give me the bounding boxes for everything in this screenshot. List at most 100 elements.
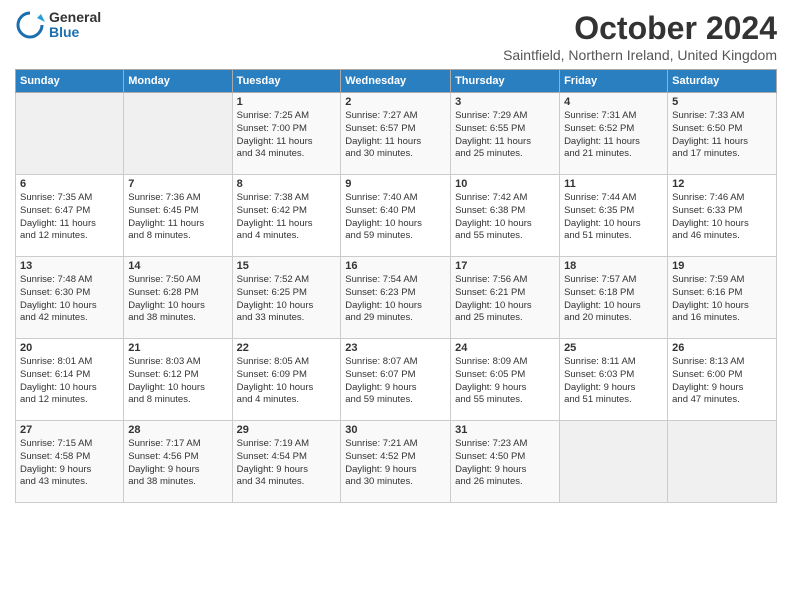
logo-blue: Blue [49,25,101,40]
calendar-cell: 9 Sunrise: 7:40 AM Sunset: 6:40 PM Daylig… [341,175,451,257]
day-info: Sunrise: 7:27 AM Sunset: 6:57 PM Dayligh… [345,110,446,161]
day-info: Sunrise: 7:52 AM Sunset: 6:25 PM Dayligh… [237,274,337,325]
calendar-cell: 6Sunrise: 7:35 AM Sunset: 6:47 PM Daylig… [16,175,124,257]
day-number: 5 [672,96,772,108]
day-header-saturday: Saturday [668,70,777,93]
day-info: Sunrise: 8:07 AM Sunset: 6:07 PM Dayligh… [345,356,446,407]
day-info: Sunrise: 7:46 AM Sunset: 6:33 PM Dayligh… [672,192,772,243]
day-number: 9 [345,178,446,190]
day-number: 4 [564,96,663,108]
day-info: Sunrise: 7:57 AM Sunset: 6:18 PM Dayligh… [564,274,663,325]
calendar-week-row: 6Sunrise: 7:35 AM Sunset: 6:47 PM Daylig… [16,175,777,257]
location-subtitle: Saintfield, Northern Ireland, United Kin… [503,47,777,63]
day-number: 29 [237,424,337,436]
calendar-cell: 16 Sunrise: 7:54 AM Sunset: 6:23 PM Dayli… [341,257,451,339]
day-info: Sunrise: 7:42 AM Sunset: 6:38 PM Dayligh… [455,192,555,243]
day-number: 10 [455,178,555,190]
calendar-cell: 17 Sunrise: 7:56 AM Sunset: 6:21 PM Dayli… [451,257,560,339]
logo-text: General Blue [49,10,101,41]
calendar-cell: 29Sunrise: 7:19 AM Sunset: 4:54 PM Dayli… [232,421,341,503]
calendar-cell: 23 Sunrise: 8:07 AM Sunset: 6:07 PM Dayli… [341,339,451,421]
day-info: Sunrise: 8:01 AM Sunset: 6:14 PM Dayligh… [20,356,119,407]
calendar-cell: 28 Sunrise: 7:17 AM Sunset: 4:56 PM Dayli… [124,421,232,503]
calendar-cell [16,93,124,175]
day-info: Sunrise: 8:11 AM Sunset: 6:03 PM Dayligh… [564,356,663,407]
day-number: 14 [128,260,227,272]
day-number: 3 [455,96,555,108]
day-info: Sunrise: 7:40 AM Sunset: 6:40 PM Dayligh… [345,192,446,243]
day-number: 16 [345,260,446,272]
day-number: 17 [455,260,555,272]
calendar-cell: 2 Sunrise: 7:27 AM Sunset: 6:57 PM Daylig… [341,93,451,175]
day-info: Sunrise: 7:59 AM Sunset: 6:16 PM Dayligh… [672,274,772,325]
day-header-tuesday: Tuesday [232,70,341,93]
calendar-cell: 10 Sunrise: 7:42 AM Sunset: 6:38 PM Dayli… [451,175,560,257]
logo-icon [15,10,45,40]
day-number: 12 [672,178,772,190]
calendar-cell: 7 Sunrise: 7:36 AM Sunset: 6:45 PM Daylig… [124,175,232,257]
day-number: 24 [455,342,555,354]
day-number: 11 [564,178,663,190]
day-header-friday: Friday [560,70,668,93]
calendar-cell: 5 Sunrise: 7:33 AM Sunset: 6:50 PM Daylig… [668,93,777,175]
day-info: Sunrise: 7:29 AM Sunset: 6:55 PM Dayligh… [455,110,555,161]
logo: General Blue [15,10,101,41]
day-number: 25 [564,342,663,354]
day-header-wednesday: Wednesday [341,70,451,93]
day-number: 2 [345,96,446,108]
day-info: Sunrise: 7:17 AM Sunset: 4:56 PM Dayligh… [128,438,227,489]
day-info: Sunrise: 7:56 AM Sunset: 6:21 PM Dayligh… [455,274,555,325]
day-number: 13 [20,260,119,272]
day-number: 30 [345,424,446,436]
day-number: 21 [128,342,227,354]
day-info: Sunrise: 7:54 AM Sunset: 6:23 PM Dayligh… [345,274,446,325]
calendar-cell: 25 Sunrise: 8:11 AM Sunset: 6:03 PM Dayli… [560,339,668,421]
day-header-thursday: Thursday [451,70,560,93]
day-info: Sunrise: 7:25 AM Sunset: 7:00 PM Dayligh… [237,110,337,161]
calendar-cell: 19 Sunrise: 7:59 AM Sunset: 6:16 PM Dayli… [668,257,777,339]
calendar-page: General Blue October 2024 Saintfield, No… [0,0,792,612]
calendar-cell: 13 Sunrise: 7:48 AM Sunset: 6:30 PM Dayli… [16,257,124,339]
day-number: 27 [20,424,119,436]
day-header-sunday: Sunday [16,70,124,93]
calendar-cell: 22 Sunrise: 8:05 AM Sunset: 6:09 PM Dayli… [232,339,341,421]
calendar-cell: 4 Sunrise: 7:31 AM Sunset: 6:52 PM Daylig… [560,93,668,175]
calendar-cell [668,421,777,503]
logo-general: General [49,10,101,25]
day-info: Sunrise: 7:15 AM Sunset: 4:58 PM Dayligh… [20,438,119,489]
day-number: 28 [128,424,227,436]
calendar-week-row: 13 Sunrise: 7:48 AM Sunset: 6:30 PM Dayli… [16,257,777,339]
day-info: Sunrise: 7:33 AM Sunset: 6:50 PM Dayligh… [672,110,772,161]
day-number: 19 [672,260,772,272]
title-area: October 2024 Saintfield, Northern Irelan… [503,10,777,63]
day-number: 23 [345,342,446,354]
calendar-cell: 15 Sunrise: 7:52 AM Sunset: 6:25 PM Dayli… [232,257,341,339]
day-info: Sunrise: 7:23 AM Sunset: 4:50 PM Dayligh… [455,438,555,489]
calendar-cell [124,93,232,175]
day-number: 1 [237,96,337,108]
day-info: Sunrise: 8:05 AM Sunset: 6:09 PM Dayligh… [237,356,337,407]
day-info: Sunrise: 8:09 AM Sunset: 6:05 PM Dayligh… [455,356,555,407]
calendar-week-row: 20 Sunrise: 8:01 AM Sunset: 6:14 PM Dayli… [16,339,777,421]
day-number: 20 [20,342,119,354]
day-number: 15 [237,260,337,272]
day-number: 31 [455,424,555,436]
day-info: Sunrise: 8:03 AM Sunset: 6:12 PM Dayligh… [128,356,227,407]
calendar-cell: 31 Sunrise: 7:23 AM Sunset: 4:50 PM Dayli… [451,421,560,503]
day-info: Sunrise: 7:48 AM Sunset: 6:30 PM Dayligh… [20,274,119,325]
calendar-cell: 1 Sunrise: 7:25 AM Sunset: 7:00 PM Daylig… [232,93,341,175]
calendar-week-row: 1 Sunrise: 7:25 AM Sunset: 7:00 PM Daylig… [16,93,777,175]
calendar-cell [560,421,668,503]
calendar-cell: 30Sunrise: 7:21 AM Sunset: 4:52 PM Dayli… [341,421,451,503]
calendar-cell: 12 Sunrise: 7:46 AM Sunset: 6:33 PM Dayli… [668,175,777,257]
day-number: 7 [128,178,227,190]
calendar-cell: 20 Sunrise: 8:01 AM Sunset: 6:14 PM Dayli… [16,339,124,421]
day-info: Sunrise: 8:13 AM Sunset: 6:00 PM Dayligh… [672,356,772,407]
day-info: Sunrise: 7:36 AM Sunset: 6:45 PM Dayligh… [128,192,227,243]
calendar-header-row: SundayMondayTuesdayWednesdayThursdayFrid… [16,70,777,93]
day-info: Sunrise: 7:44 AM Sunset: 6:35 PM Dayligh… [564,192,663,243]
day-number: 22 [237,342,337,354]
day-info: Sunrise: 7:31 AM Sunset: 6:52 PM Dayligh… [564,110,663,161]
calendar-cell: 26Sunrise: 8:13 AM Sunset: 6:00 PM Dayli… [668,339,777,421]
day-header-monday: Monday [124,70,232,93]
